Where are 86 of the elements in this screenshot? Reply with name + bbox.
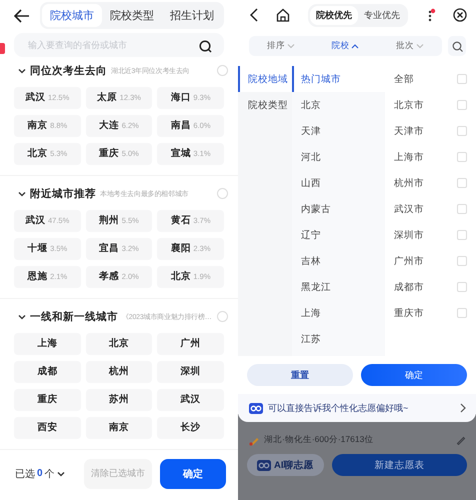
city-chip[interactable]: 深圳: [157, 360, 224, 383]
city-chip[interactable]: 上海: [14, 332, 81, 355]
region-item[interactable]: 热门城市: [292, 66, 385, 92]
tab[interactable]: 院校优先: [310, 6, 358, 24]
filter-tab[interactable]: 批次: [396, 40, 424, 52]
checkbox[interactable]: [457, 178, 467, 188]
chat-logo-icon: [257, 460, 271, 470]
region-item[interactable]: 黑龙江: [292, 274, 385, 300]
caret-icon: [416, 43, 424, 49]
profile-info: 湖北·物化生·600分·17613位: [264, 434, 374, 446]
search-icon: [452, 40, 462, 52]
checkbox[interactable]: [457, 74, 467, 84]
reset-button[interactable]: 重置: [247, 364, 353, 386]
region-item[interactable]: 江苏: [292, 326, 385, 352]
city-name: 北京市: [394, 98, 424, 112]
tab[interactable]: 院校类型: [102, 4, 162, 28]
city-chip[interactable]: 武汉: [157, 388, 224, 411]
city-chip[interactable]: 南京: [86, 416, 152, 439]
search-icon[interactable]: [199, 40, 212, 54]
caret-icon: [351, 43, 360, 49]
filter-tab[interactable]: 排序: [267, 40, 296, 52]
confirm-button[interactable]: 确定: [160, 458, 226, 489]
checkbox[interactable]: [457, 230, 467, 240]
radio-button[interactable]: [217, 65, 228, 76]
chevron-icon[interactable]: [18, 312, 26, 321]
city-chip[interactable]: 重庆: [14, 388, 81, 411]
edit-icon[interactable]: [456, 435, 466, 445]
radio-button[interactable]: [217, 188, 228, 200]
suggestion-banner[interactable]: 可以直接告诉我个性化志愿偏好哦~: [238, 394, 476, 422]
city-name: 成都市: [394, 280, 424, 294]
city-name: 重庆市: [394, 306, 424, 320]
city-chip[interactable]: 杭州: [86, 360, 152, 383]
city-chip[interactable]: 长沙: [157, 416, 224, 439]
city-name: 深圳市: [394, 228, 424, 242]
region-item[interactable]: 天津: [292, 118, 385, 144]
tab[interactable]: 院校城市: [42, 4, 102, 28]
checkbox[interactable]: [457, 256, 467, 266]
region-item[interactable]: 内蒙古: [292, 196, 385, 222]
checkbox[interactable]: [457, 282, 467, 292]
checkbox[interactable]: [457, 204, 467, 214]
city-chip[interactable]: 北京: [86, 332, 152, 355]
new-list-button[interactable]: 新建志愿表: [332, 454, 467, 476]
selected-count[interactable]: 已选 0 个: [15, 466, 76, 481]
back-icon[interactable]: [250, 8, 258, 22]
chevron-icon[interactable]: [18, 190, 26, 198]
chevron-right-icon: [460, 403, 466, 413]
close-icon[interactable]: [453, 8, 467, 22]
region-item[interactable]: 上海: [292, 300, 385, 326]
city-chip[interactable]: 西安: [14, 416, 81, 439]
chevron-icon[interactable]: [18, 66, 26, 75]
region-item[interactable]: 山西: [292, 170, 385, 196]
more-icon[interactable]: [427, 8, 436, 22]
city-chip[interactable]: 苏州: [86, 388, 152, 411]
tab[interactable]: 招生计划: [162, 4, 222, 28]
city-name: 杭州市: [394, 176, 424, 190]
ai-chat-button[interactable]: AI聊志愿: [247, 454, 324, 476]
city-name: 全部: [394, 72, 414, 86]
caret-icon: [287, 43, 296, 49]
chat-logo-icon: [249, 402, 263, 414]
back-icon[interactable]: [14, 8, 30, 23]
confirm-button[interactable]: 确定: [361, 364, 467, 386]
checkbox[interactable]: [457, 152, 467, 162]
region-item[interactable]: 吉林: [292, 248, 385, 274]
category-item[interactable]: 院校类型: [238, 92, 292, 118]
chevron-icon[interactable]: [56, 470, 65, 478]
city-name: 武汉市: [394, 202, 424, 216]
checkbox[interactable]: [457, 308, 467, 318]
city-chip[interactable]: 成都: [14, 360, 81, 383]
home-icon[interactable]: [276, 8, 290, 22]
region-item[interactable]: 河北: [292, 144, 385, 170]
category-item[interactable]: 院校地域: [238, 66, 292, 92]
city-name: 天津市: [394, 124, 424, 138]
radio-button[interactable]: [217, 311, 228, 322]
checkbox[interactable]: [457, 126, 467, 136]
region-item[interactable]: 辽宁: [292, 222, 385, 248]
section-title: 附近城市推荐: [30, 186, 96, 201]
filter-tab[interactable]: 院校: [331, 40, 360, 52]
city-name: 上海市: [394, 150, 424, 164]
region-item[interactable]: 北京: [292, 92, 385, 118]
section-title: 同位次考生去向: [30, 64, 107, 78]
search-button[interactable]: [448, 36, 466, 56]
city-chip[interactable]: 广州: [157, 332, 224, 355]
tab[interactable]: 专业优先: [358, 6, 406, 24]
checkbox[interactable]: [457, 100, 467, 110]
section-title: 一线和新一线城市: [30, 310, 118, 324]
city-name: 广州市: [394, 254, 424, 268]
